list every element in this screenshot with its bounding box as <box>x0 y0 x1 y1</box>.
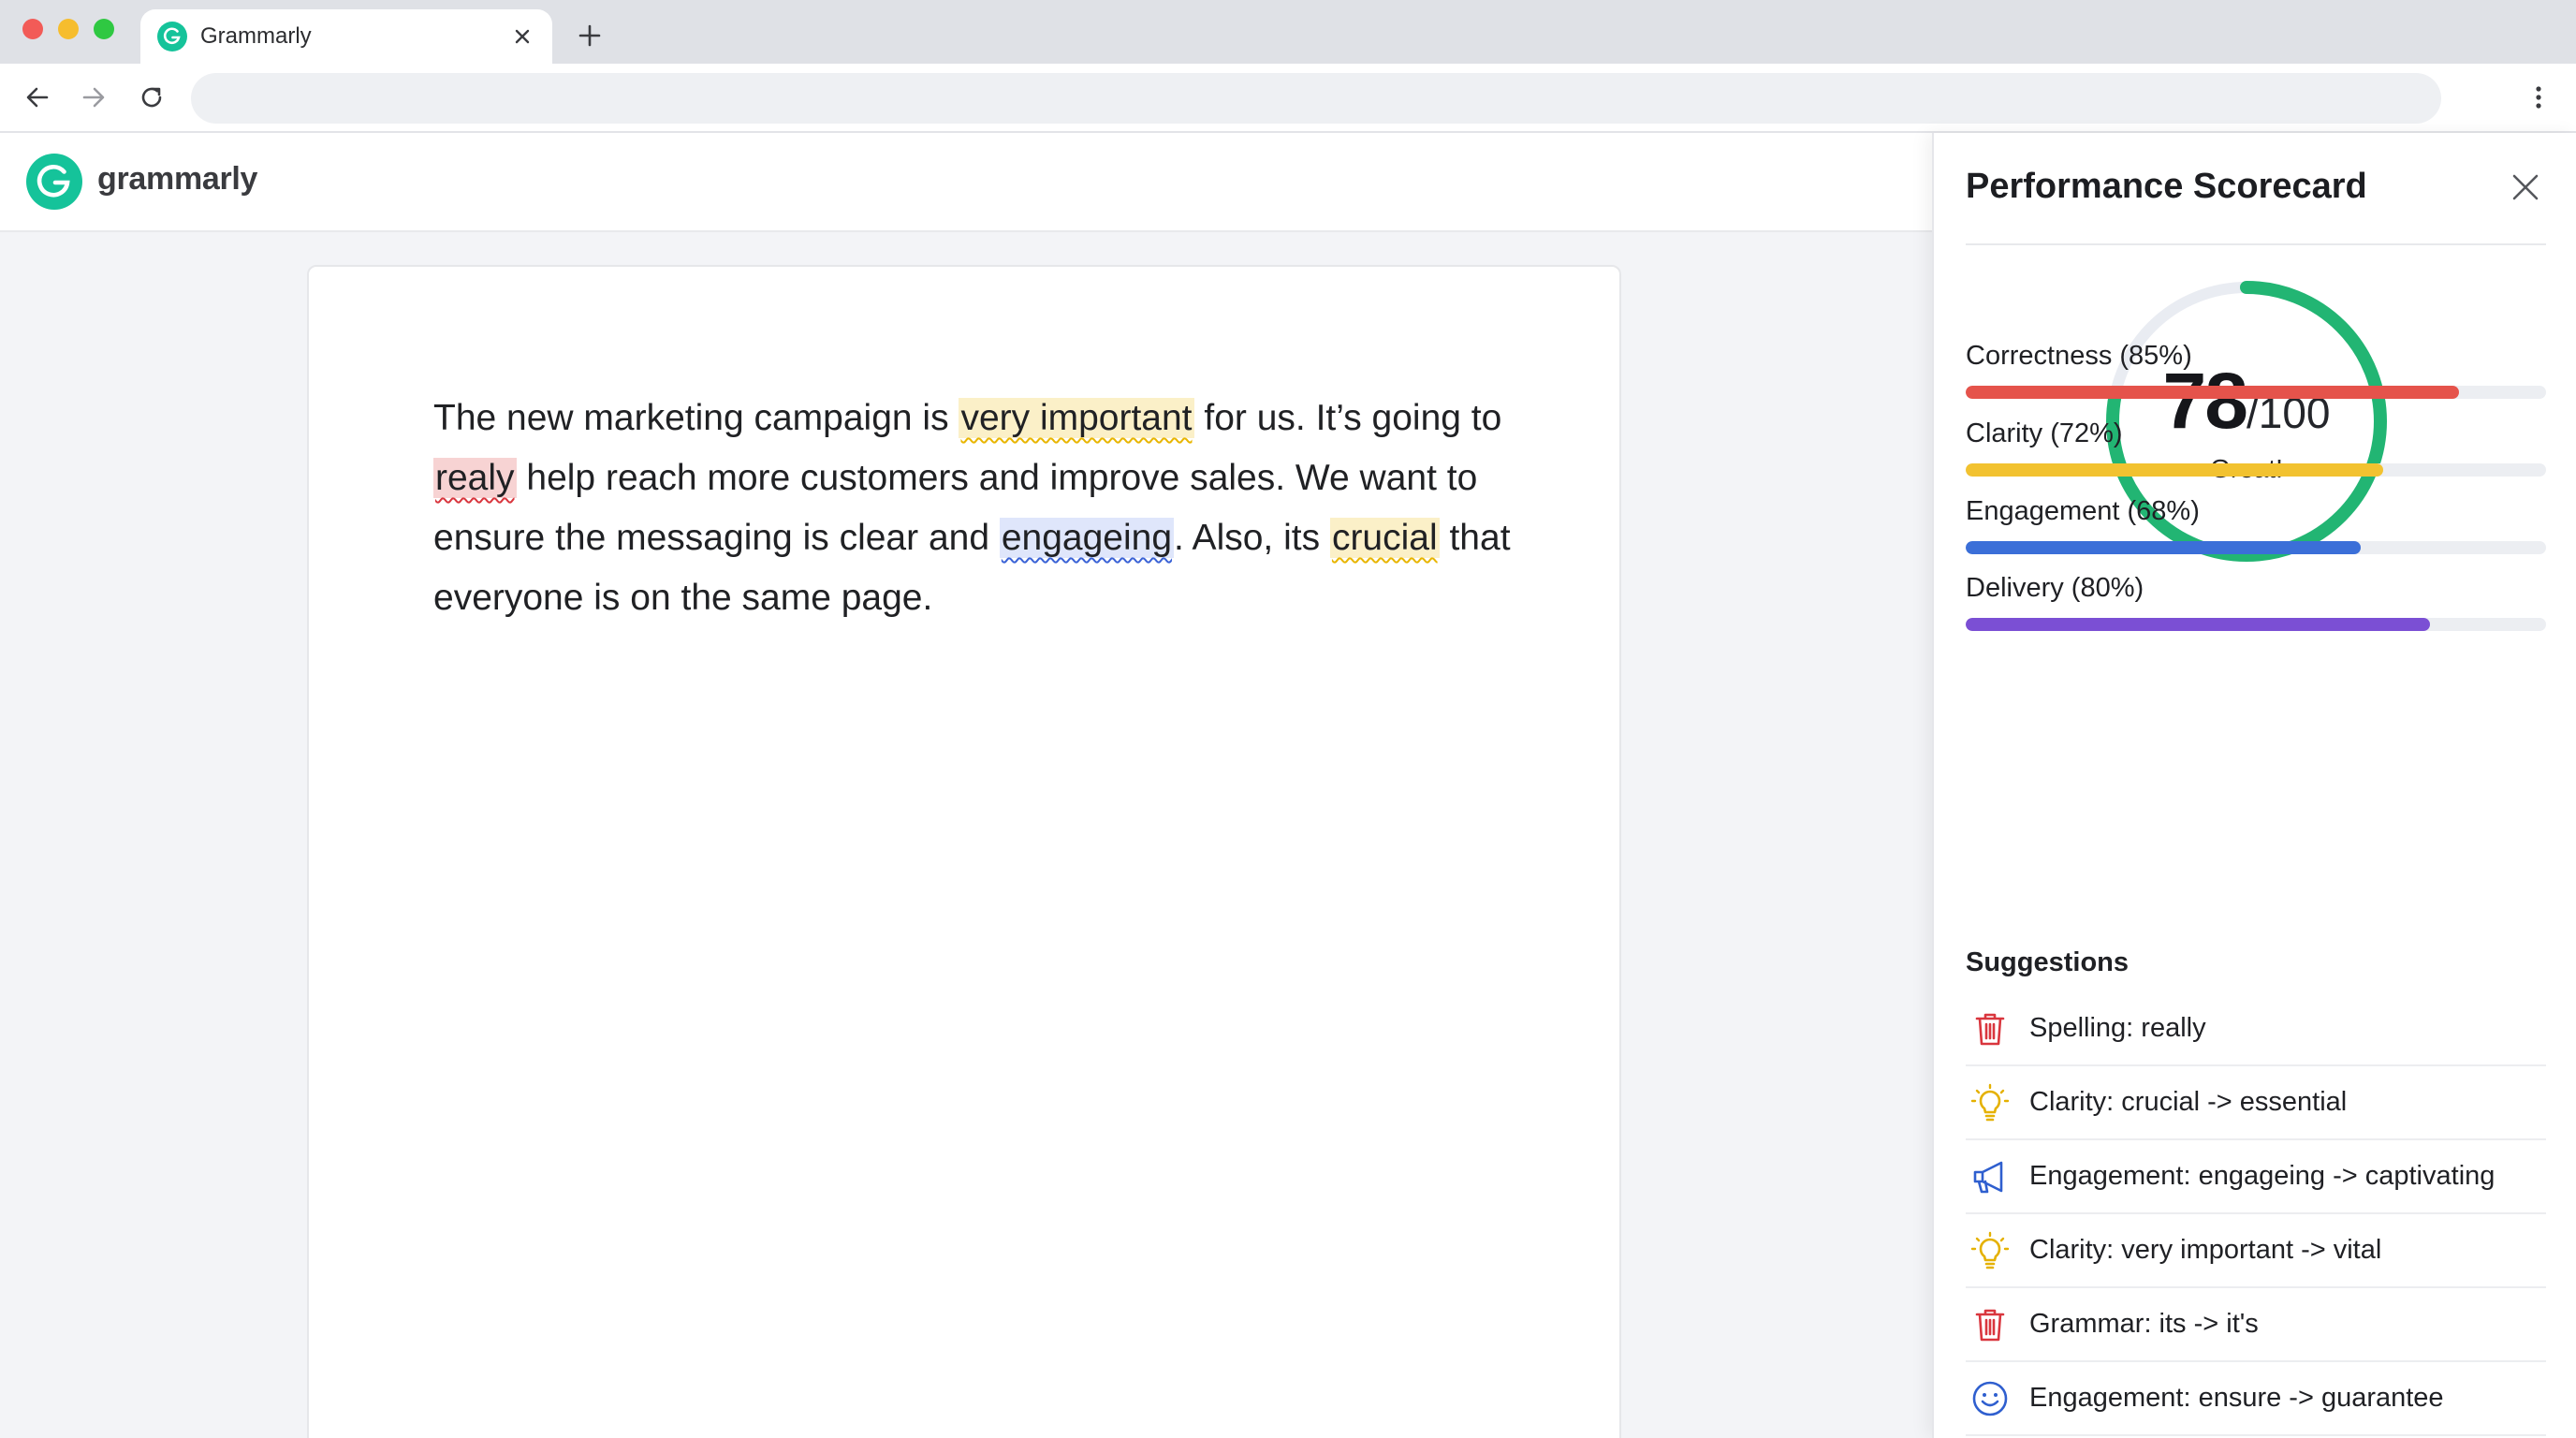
metric-label: Correctness (85%) <box>1966 341 2192 371</box>
lightbulb-icon <box>1970 1083 2010 1121</box>
suggestion-text: Clarity: crucial -> essential <box>2029 1087 2348 1117</box>
browser-tab[interactable]: Grammarly <box>140 9 552 64</box>
metric-fill <box>1966 386 2459 399</box>
lightbulb-icon <box>1970 1231 2010 1269</box>
suggestion-text: Engagement: ensure -> guarantee <box>2029 1383 2444 1413</box>
document-text[interactable]: The new marketing campaign is very impor… <box>433 389 1538 628</box>
metric-fill <box>1966 463 2384 477</box>
panel-title: Performance Scorecard <box>1966 167 2367 206</box>
suggestions-heading: Suggestions <box>1966 947 2130 977</box>
minimize-window-button[interactable] <box>58 19 79 39</box>
metric-track <box>1966 541 2546 554</box>
metric-label: Clarity (72%) <box>1966 418 2123 448</box>
metric-correctness: Correctness (85%) <box>1966 341 2546 399</box>
clarity-highlight[interactable]: very important <box>959 398 1194 438</box>
metric-track <box>1966 463 2546 477</box>
suggestion-item[interactable]: Engagement: engageing -> captivating <box>1966 1140 2546 1214</box>
suggestion-text: Clarity: very important -> vital <box>2029 1235 2382 1265</box>
tab-title: Grammarly <box>200 23 312 49</box>
scorecard-panel: Performance Scorecard 78/100 Great! Corr… <box>1932 133 2576 1438</box>
grammarly-logo-icon[interactable] <box>26 154 82 210</box>
metric-engagement: Engagement (68%) <box>1966 496 2546 554</box>
metric-clarity: Clarity (72%) <box>1966 418 2546 477</box>
suggestion-item[interactable]: Engagement: ensure -> guarantee <box>1966 1362 2546 1436</box>
window-controls <box>22 19 114 39</box>
trash-icon <box>1975 1013 2005 1045</box>
logo-text: grammarly <box>97 161 258 197</box>
text-segment: for us. It’s going to <box>1193 398 1502 438</box>
trash-icon <box>1975 1309 2005 1341</box>
suggestion-text: Engagement: engageing -> captivating <box>2029 1161 2496 1191</box>
close-tab-icon[interactable] <box>509 23 535 50</box>
smiley-icon <box>1972 1381 2008 1416</box>
metric-fill <box>1966 541 2361 554</box>
browser-toolbar <box>0 64 2576 133</box>
metric-fill <box>1966 618 2430 631</box>
browser-menu-icon[interactable] <box>2522 81 2555 114</box>
clarity-highlight[interactable]: crucial <box>1329 518 1440 558</box>
suggestion-item[interactable]: Grammar: its -> it's <box>1966 1288 2546 1362</box>
close-icon[interactable] <box>2509 170 2542 204</box>
suggestion-item[interactable]: Clarity: very important -> vital <box>1966 1214 2546 1288</box>
suggestion-text: Spelling: really <box>2029 1013 2206 1043</box>
suggestion-item[interactable]: Clarity: crucial -> essential <box>1966 1066 2546 1140</box>
suggestions-list: Spelling: really Clarity: crucial -> ess… <box>1966 992 2546 1436</box>
suggestion-text: Grammar: its -> it's <box>2029 1309 2259 1339</box>
engagement-highlight[interactable]: engageing <box>999 518 1175 558</box>
maximize-window-button[interactable] <box>94 19 114 39</box>
metric-label: Delivery (80%) <box>1966 573 2144 603</box>
text-segment: The new marketing campaign is <box>433 398 959 438</box>
correctness-highlight[interactable]: realy <box>433 458 517 498</box>
browser-tab-bar: Grammarly <box>0 0 2576 64</box>
back-arrow-icon[interactable] <box>21 81 54 114</box>
new-tab-icon[interactable] <box>573 19 607 52</box>
forward-arrow-icon[interactable] <box>77 81 110 114</box>
grammarly-favicon-icon <box>157 22 187 51</box>
megaphone-icon <box>1973 1161 2003 1193</box>
reload-icon[interactable] <box>135 81 168 114</box>
metric-track <box>1966 386 2546 399</box>
metric-delivery: Delivery (80%) <box>1966 573 2546 631</box>
divider <box>1966 243 2546 245</box>
document-editor[interactable]: The new marketing campaign is very impor… <box>307 265 1621 1438</box>
suggestion-item[interactable]: Spelling: really <box>1966 992 2546 1066</box>
address-bar[interactable] <box>191 73 2441 124</box>
text-segment: . Also, its <box>1174 518 1330 558</box>
metric-label: Engagement (68%) <box>1966 496 2200 526</box>
metric-track <box>1966 618 2546 631</box>
app-header: grammarly <box>0 133 1932 232</box>
close-window-button[interactable] <box>22 19 43 39</box>
